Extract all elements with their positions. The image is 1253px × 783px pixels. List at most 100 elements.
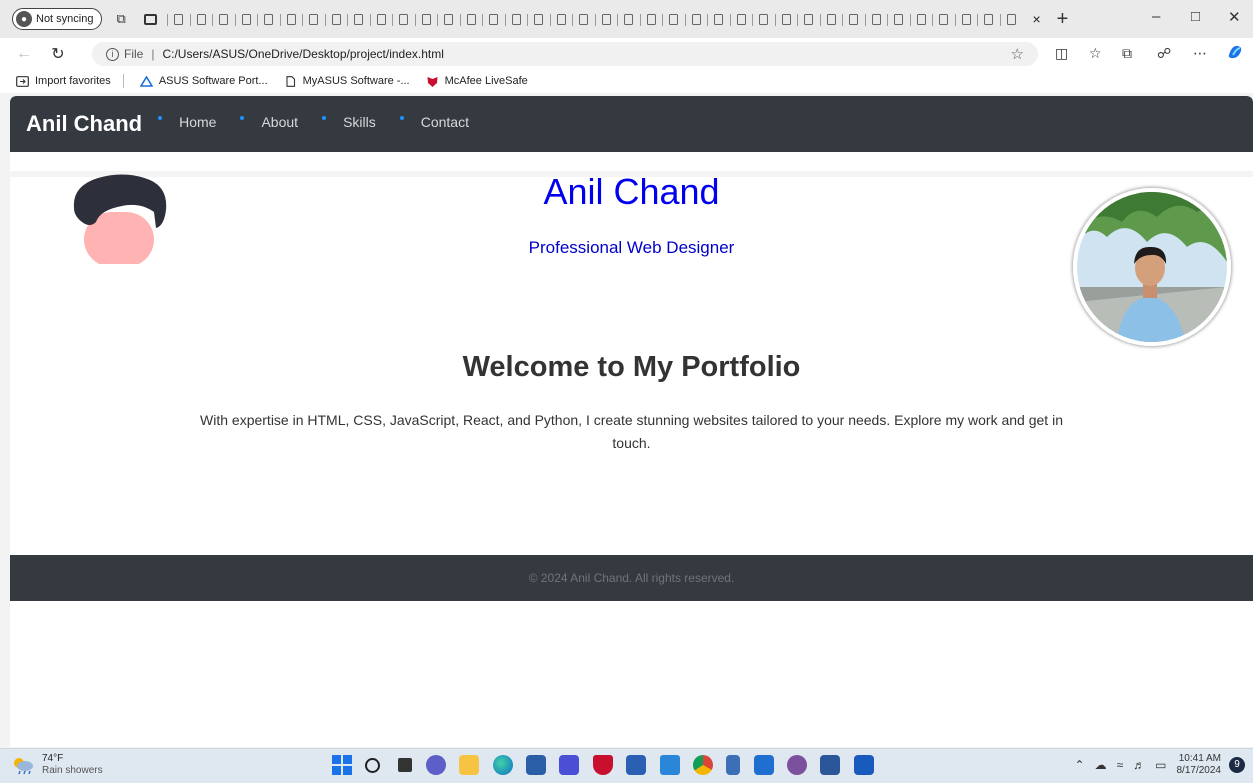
collections-icon[interactable]: ⧉ — [1122, 45, 1132, 62]
store-icon[interactable] — [525, 755, 546, 775]
notification-badge[interactable]: 9 — [1229, 757, 1245, 773]
chevron-up-icon[interactable]: ⌃ — [1075, 758, 1085, 772]
browser-tab[interactable] — [797, 10, 820, 28]
onedrive-icon[interactable]: ☁ — [1095, 758, 1107, 772]
browser-tab[interactable] — [437, 10, 460, 28]
teams-icon[interactable] — [626, 755, 647, 775]
weather-widget[interactable]: 74°F Rain showers — [10, 753, 103, 777]
browser-tab[interactable] — [864, 10, 888, 28]
browser-tab[interactable] — [189, 10, 213, 28]
browser-tab[interactable] — [752, 10, 775, 28]
mcafee-icon[interactable] — [592, 755, 613, 775]
url-text[interactable]: C:/Users/ASUS/OneDrive/Desktop/project/i… — [162, 47, 443, 61]
browser-tab[interactable] — [774, 10, 798, 28]
edge-icon[interactable] — [492, 755, 513, 775]
favorites-list-icon[interactable]: ☆ — [1089, 45, 1102, 62]
clock[interactable]: 10:41 AM 8/17/2024 — [1177, 753, 1222, 777]
minimize-icon[interactable]: – — [1152, 8, 1160, 25]
close-window-icon[interactable]: ✕ — [1228, 8, 1241, 26]
browser-tab[interactable] — [302, 10, 325, 28]
browser-tab[interactable] — [369, 10, 393, 28]
bullet-icon — [399, 115, 404, 120]
nav-link-home[interactable]: Home — [158, 114, 216, 130]
browser-tab[interactable] — [999, 10, 1023, 28]
browser-tab[interactable] — [392, 10, 415, 28]
browser-tab[interactable] — [167, 10, 190, 28]
favorite-asus-software-portal[interactable]: ASUS Software Port... — [139, 75, 268, 87]
notepad-icon[interactable] — [726, 755, 741, 775]
browser-tab[interactable] — [324, 10, 348, 28]
battery-icon[interactable]: ▭ — [1155, 758, 1166, 772]
chrome-icon[interactable] — [692, 755, 713, 775]
browser-tab[interactable] — [954, 10, 978, 28]
photos-icon[interactable] — [753, 755, 774, 775]
browser-tab[interactable] — [279, 10, 303, 28]
url-separator: | — [151, 47, 155, 61]
browser-tab[interactable] — [594, 10, 618, 28]
new-tab-button[interactable]: + — [1057, 9, 1069, 29]
search-icon[interactable] — [365, 757, 381, 773]
site-brand[interactable]: Anil Chand — [26, 111, 142, 137]
browser-tab[interactable] — [887, 10, 910, 28]
browser-tab[interactable] — [909, 10, 933, 28]
sync-status-button[interactable]: ● Not syncing — [12, 8, 103, 30]
split-screen-icon[interactable]: ◫ — [1055, 45, 1068, 62]
chat-icon[interactable] — [425, 755, 446, 775]
browser-tab[interactable] — [684, 10, 708, 28]
site-info-icon[interactable]: i — [106, 47, 119, 61]
close-tab-icon[interactable]: × — [1032, 11, 1040, 27]
nav-link-skills[interactable]: Skills — [322, 114, 376, 130]
favorite-myasus-software[interactable]: MyASUS Software -... — [284, 75, 410, 87]
browser-tab[interactable] — [234, 10, 258, 28]
browser-tab[interactable] — [482, 10, 505, 28]
back-icon[interactable]: ← — [14, 45, 34, 63]
browser-tab[interactable] — [572, 10, 595, 28]
vscode-icon[interactable] — [659, 755, 680, 775]
sync-status-label: Not syncing — [36, 13, 94, 25]
browser-tab[interactable] — [504, 10, 528, 28]
browser-tab[interactable] — [932, 10, 955, 28]
browser-tab[interactable] — [639, 10, 663, 28]
wifi-icon[interactable]: ≈ — [1117, 758, 1124, 772]
browser-tab[interactable] — [527, 10, 550, 28]
browser-tab[interactable] — [662, 10, 685, 28]
browser-tab[interactable] — [707, 10, 730, 28]
browser-tab[interactable] — [819, 10, 843, 28]
tab-actions-icon[interactable] — [144, 13, 158, 25]
page-icon — [781, 13, 791, 25]
favorite-import[interactable]: Import favorites — [16, 75, 111, 87]
browser-tab[interactable] — [347, 10, 370, 28]
nav-link-about[interactable]: About — [240, 114, 298, 130]
browser-tab[interactable] — [729, 10, 753, 28]
copilot-icon[interactable] — [1226, 43, 1244, 64]
extensions-icon[interactable]: ☍ — [1157, 45, 1171, 62]
myasus-icon[interactable] — [559, 755, 580, 775]
task-view-icon[interactable] — [398, 758, 413, 772]
word-document-icon[interactable] — [853, 755, 874, 775]
browser-tab[interactable] — [414, 10, 438, 28]
address-bar[interactable]: i File | C:/Users/ASUS/OneDrive/Desktop/… — [92, 42, 1038, 66]
browser-tab[interactable] — [977, 10, 1000, 28]
nav-link-contact[interactable]: Contact — [399, 114, 469, 130]
browser-tab[interactable] — [549, 10, 573, 28]
start-icon[interactable] — [332, 755, 352, 775]
workspaces-icon[interactable]: ⧉ — [116, 12, 130, 26]
viber-icon[interactable] — [787, 755, 808, 775]
asus-logo-icon — [139, 75, 153, 87]
more-options-icon[interactable]: ⋯ — [1193, 45, 1207, 62]
browser-tab[interactable] — [842, 10, 865, 28]
favorite-mcafee-livesafe[interactable]: McAfee LiveSafe — [426, 75, 528, 87]
browser-tab[interactable] — [459, 10, 483, 28]
profile-photo — [1073, 188, 1231, 346]
word-icon[interactable] — [820, 755, 841, 775]
browser-tab[interactable] — [257, 10, 280, 28]
page-icon — [331, 13, 341, 25]
file-explorer-icon[interactable] — [459, 755, 480, 775]
volume-icon[interactable]: ♬ — [1133, 758, 1145, 772]
refresh-icon[interactable]: ↻ — [48, 44, 68, 64]
favorite-star-icon[interactable]: ☆ — [1011, 45, 1024, 63]
browser-tab[interactable] — [212, 10, 235, 28]
favorites-divider — [122, 74, 124, 88]
browser-tab[interactable] — [617, 10, 640, 28]
restore-icon[interactable]: □ — [1191, 8, 1200, 25]
